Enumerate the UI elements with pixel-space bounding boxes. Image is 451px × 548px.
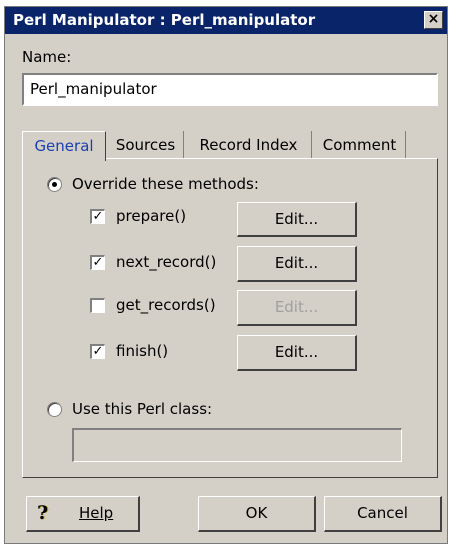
question-mark-icon: ?: [37, 502, 49, 524]
radio-selected-dot: [52, 182, 57, 187]
cancel-button[interactable]: Cancel: [324, 496, 442, 532]
help-button[interactable]: ? Help: [26, 496, 140, 532]
get-records-checkbox[interactable]: [90, 298, 105, 313]
prepare-checkbox[interactable]: ✓: [90, 209, 105, 224]
close-icon: ×: [427, 11, 440, 27]
edit-get-records-button[interactable]: Edit...: [237, 290, 357, 326]
tab-record-index[interactable]: Record Index: [186, 131, 312, 159]
tab-general[interactable]: General: [22, 131, 106, 161]
tab-record-index-label: Record Index: [199, 136, 298, 154]
tab-comment[interactable]: Comment: [314, 131, 406, 159]
tab-general-label: General: [34, 137, 94, 155]
tab-sources-label: Sources: [115, 136, 176, 154]
help-label: Help: [79, 504, 114, 522]
tab-comment-label: Comment: [322, 136, 397, 154]
perl-class-label: Use this Perl class:: [72, 400, 213, 418]
get-records-label: get_records(): [116, 296, 216, 314]
edit-finish-button[interactable]: Edit...: [237, 335, 357, 371]
edit-prepare-button[interactable]: Edit...: [237, 202, 357, 237]
tab-sources[interactable]: Sources: [108, 131, 184, 159]
next-record-checkbox[interactable]: ✓: [90, 255, 105, 270]
override-methods-radio[interactable]: [47, 177, 62, 192]
perl-class-radio[interactable]: [47, 402, 62, 417]
finish-checkbox[interactable]: ✓: [90, 344, 105, 359]
title-bar[interactable]: Perl Manipulator : Perl_manipulator ×: [5, 7, 447, 34]
name-field[interactable]: Perl_manipulator: [22, 73, 438, 106]
edit-next-record-button[interactable]: Edit...: [237, 246, 357, 282]
ok-button[interactable]: OK: [198, 496, 316, 532]
close-button[interactable]: ×: [424, 11, 443, 29]
finish-label: finish(): [116, 342, 169, 360]
prepare-label: prepare(): [116, 207, 187, 225]
next-record-label: next_record(): [116, 253, 217, 271]
perl-class-field[interactable]: [72, 428, 402, 462]
window-title: Perl Manipulator : Perl_manipulator: [13, 11, 316, 29]
override-methods-label: Override these methods:: [72, 175, 259, 193]
name-label: Name:: [22, 48, 72, 66]
tab-bar: General Sources Record Index Comment: [22, 131, 432, 161]
